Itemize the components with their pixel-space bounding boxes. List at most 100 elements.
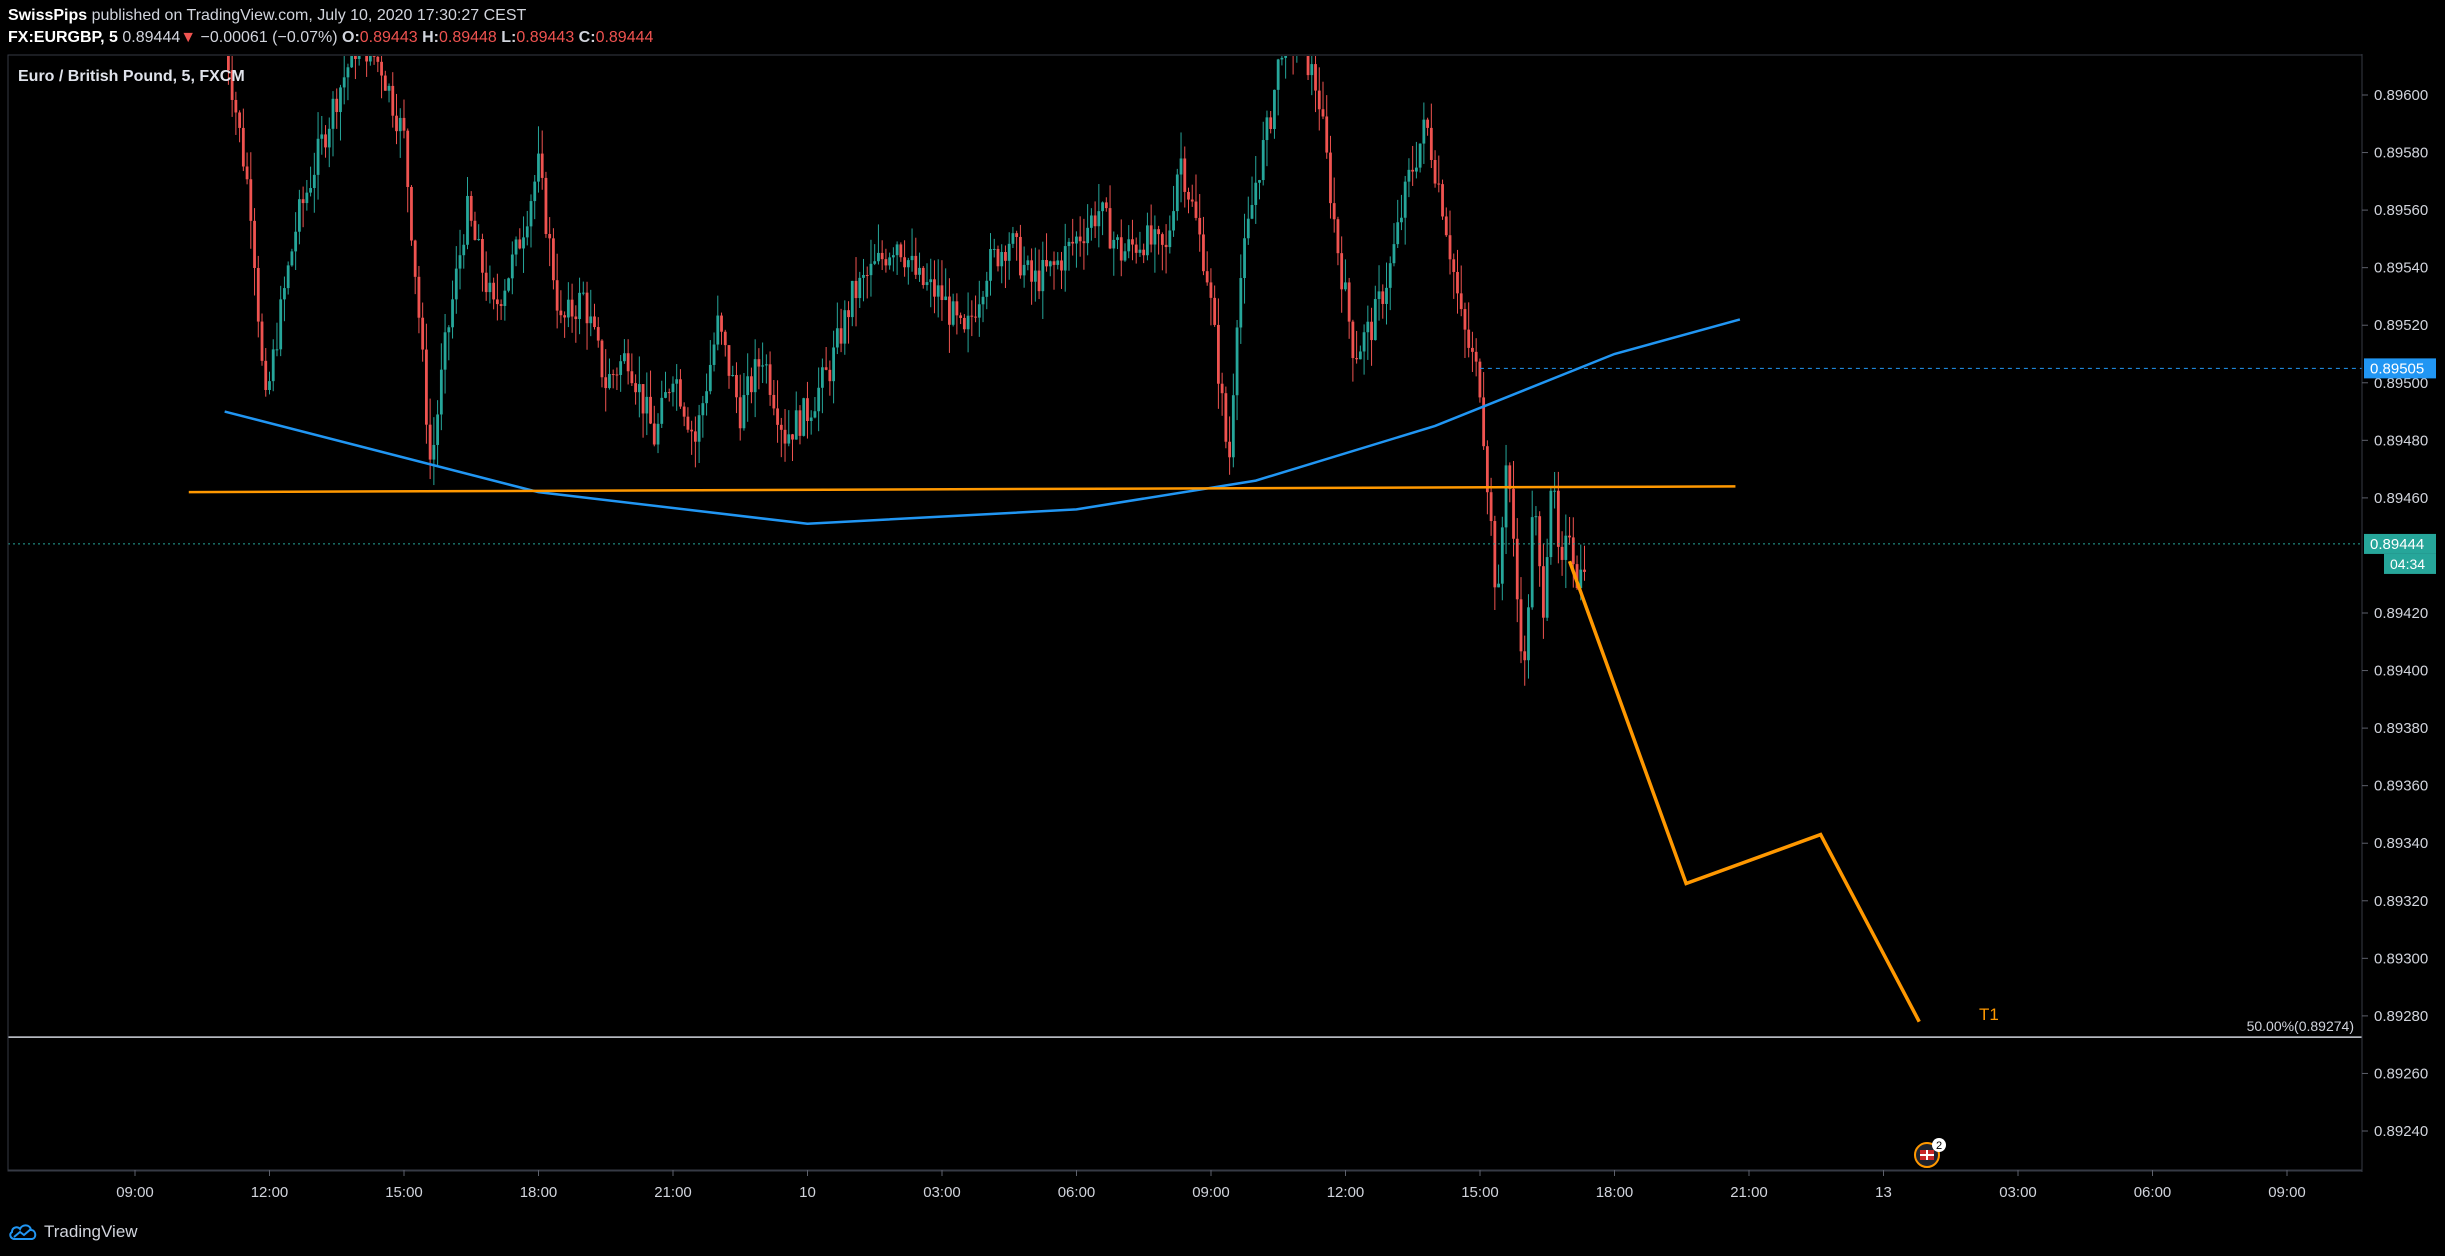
time-tick-label: 10: [799, 1184, 816, 1201]
candle-body: [604, 377, 608, 389]
candle-body: [1213, 297, 1217, 325]
candle-body: [1015, 233, 1019, 237]
candle-body: [559, 310, 563, 316]
candle-body: [454, 268, 458, 300]
candle-body: [1011, 233, 1015, 244]
candle-body: [649, 396, 652, 424]
publication-header: SwissPips published on TradingView.com, …: [0, 0, 2445, 54]
candle-body: [1370, 321, 1373, 341]
candle-body: [764, 364, 768, 366]
candle-body: [286, 265, 290, 289]
candle-body: [727, 345, 731, 376]
candle-body: [656, 423, 660, 445]
candle-body: [1254, 182, 1258, 205]
publish-info: SwissPips published on TradingView.com, …: [8, 7, 526, 25]
candle-body: [570, 299, 574, 317]
candle-body: [1198, 217, 1202, 235]
candle-body: [1485, 446, 1489, 493]
price-tick-label: 0.89520: [2374, 317, 2428, 334]
author-name[interactable]: SwissPips: [8, 7, 87, 24]
candle-body: [596, 327, 600, 341]
candle-body: [1153, 229, 1157, 245]
candle-body: [645, 396, 649, 414]
candle-body: [503, 290, 507, 306]
candle-body: [918, 267, 921, 275]
time-tick-label: 09:00: [1192, 1184, 1230, 1201]
candle-body: [1396, 222, 1400, 245]
candle-body: [283, 288, 286, 300]
candle-body: [615, 374, 619, 376]
candle-body: [413, 240, 417, 277]
candle-body: [1497, 583, 1500, 588]
candle-body: [798, 410, 802, 436]
candle-body: [1235, 327, 1239, 396]
candle-body: [383, 75, 387, 91]
candle-body: [1332, 203, 1336, 220]
candle-body: [1564, 535, 1568, 560]
candle-body: [1089, 215, 1093, 228]
candle-body: [1258, 180, 1261, 183]
candle-body: [962, 317, 966, 330]
price-tick-label: 0.89560: [2374, 202, 2428, 219]
candle-body: [1075, 236, 1078, 244]
down-arrow-icon: ▼: [180, 29, 197, 46]
price-change: −0.00061 (−0.07%): [200, 29, 338, 46]
candle-body: [1530, 517, 1534, 608]
candle-body: [951, 301, 955, 325]
candle-body: [1373, 299, 1377, 341]
candle-body: [391, 85, 395, 116]
close-value: 0.89444: [595, 29, 654, 46]
time-tick-label: 15:00: [1461, 1184, 1499, 1201]
time-tick-label: 13: [1875, 1184, 1892, 1201]
candle-body: [1224, 393, 1228, 442]
candle-body: [1116, 237, 1119, 240]
candle-body: [783, 429, 787, 444]
candle-body: [458, 255, 462, 269]
symbol-label[interactable]: FX:EURGBP, 5: [8, 29, 118, 46]
candle-body: [376, 56, 380, 62]
candle-body: [1097, 211, 1101, 227]
candle-body: [832, 347, 836, 382]
candle-body: [970, 315, 974, 317]
candle-body: [1362, 332, 1366, 352]
footer: [0, 1215, 2445, 1256]
candle-body: [1512, 488, 1515, 539]
price-tick-label: 0.89260: [2374, 1065, 2428, 1082]
candle-body: [499, 304, 503, 306]
candle-body: [585, 292, 589, 324]
price-tick-label: 0.89420: [2374, 605, 2428, 622]
candle-body: [865, 275, 869, 277]
candle-body: [1542, 566, 1545, 618]
candle-body: [611, 374, 615, 376]
candle-body: [268, 381, 271, 390]
candle-body: [1504, 465, 1508, 528]
candle-body: [1209, 282, 1213, 298]
candle-body: [660, 397, 664, 424]
candle-body: [1441, 184, 1444, 217]
time-tick-label: 03:00: [1999, 1184, 2037, 1201]
candle-body: [395, 115, 398, 132]
candle-body: [664, 392, 667, 398]
candle-body: [1261, 140, 1265, 181]
candle-body: [813, 411, 817, 418]
high-label: H:: [422, 29, 439, 46]
candle-body: [708, 364, 712, 392]
low-label: L:: [501, 29, 517, 46]
tradingview-logo[interactable]: TradingView: [8, 1222, 138, 1242]
candle-body: [540, 153, 544, 178]
candle-body: [593, 316, 596, 328]
candle-body: [1194, 201, 1198, 218]
candle-body: [731, 375, 735, 377]
candle-body: [667, 392, 671, 394]
price-tick-label: 0.89600: [2374, 87, 2428, 104]
candle-body: [974, 316, 977, 318]
candle-body: [574, 316, 578, 320]
candle-body: [1142, 249, 1146, 256]
candle-body: [858, 277, 862, 299]
candle-body: [488, 282, 492, 293]
chart-canvas[interactable]: 0.89600 0.89580 0.89560 0.89540 0.89520 0.895…: [0, 0, 2445, 1256]
candle-body: [742, 395, 746, 429]
candle-body: [884, 259, 888, 266]
candle-body: [439, 369, 443, 415]
candle-body: [933, 279, 936, 297]
